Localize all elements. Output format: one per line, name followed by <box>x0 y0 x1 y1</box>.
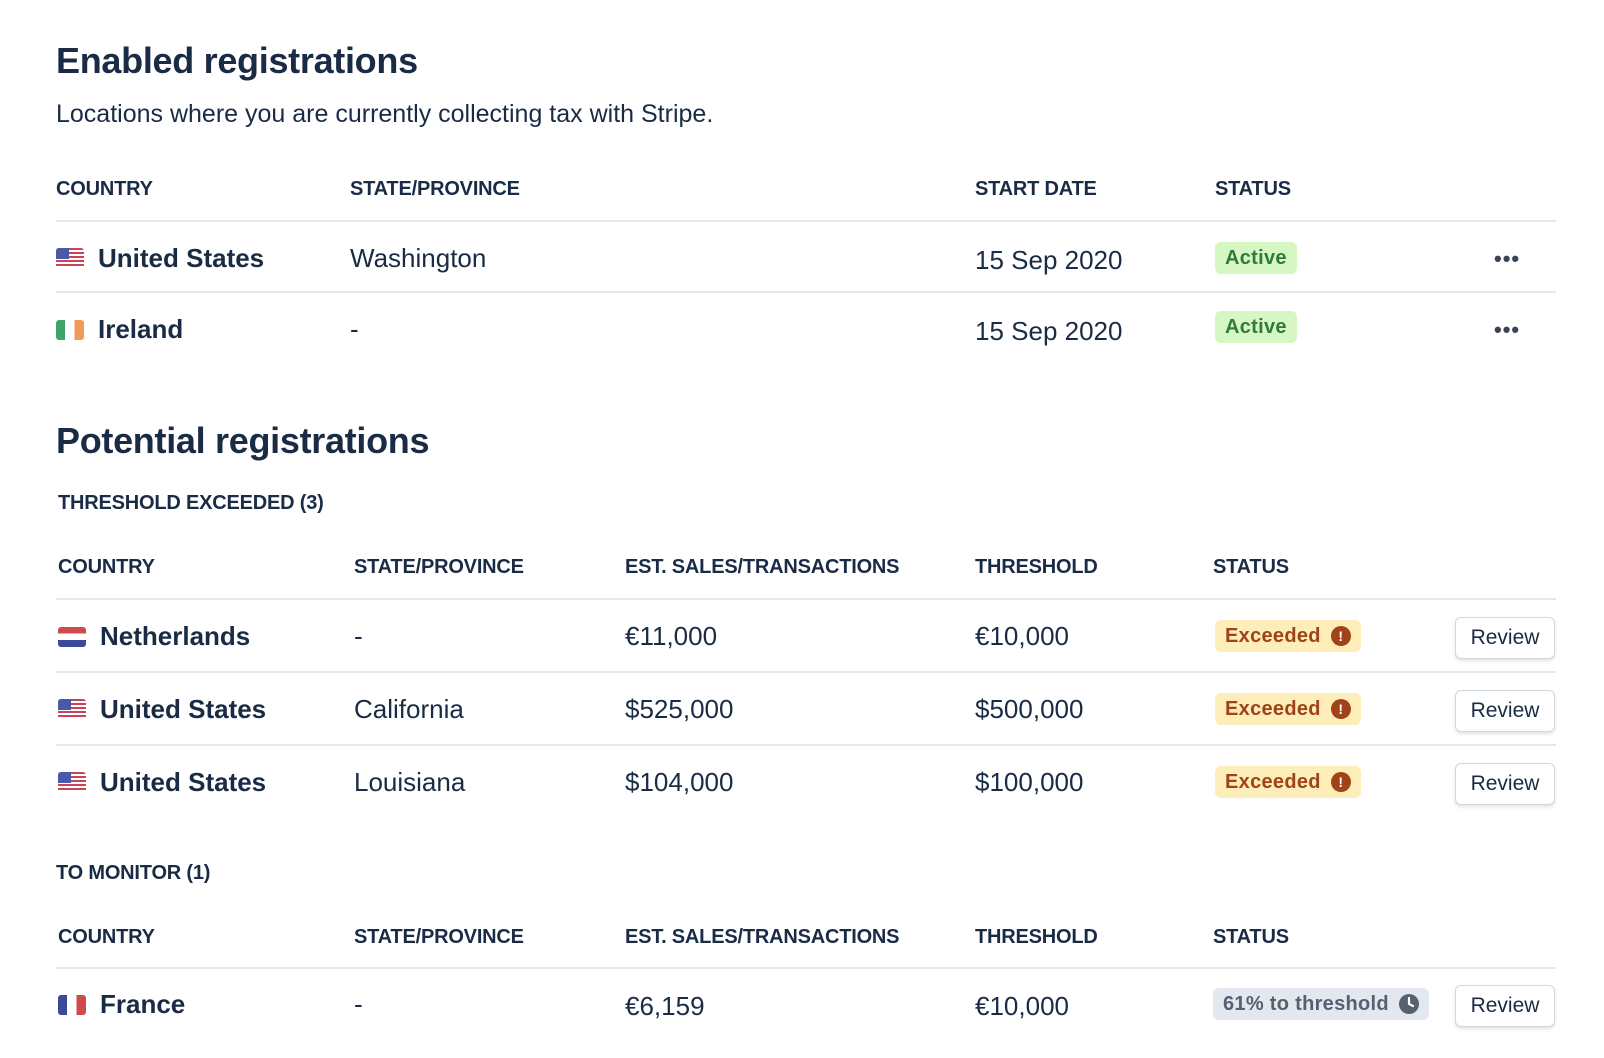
column-header-est-sales: EST. SALES/TRANSACTIONS <box>625 926 900 948</box>
threshold-exceeded-label: THRESHOLD EXCEEDED (3) <box>58 492 324 514</box>
status-badge-label: Active <box>1225 246 1287 269</box>
column-header-threshold: THRESHOLD <box>975 556 1098 578</box>
ireland-flag-icon <box>56 320 84 340</box>
alert-icon: ! <box>1330 626 1351 646</box>
column-header-country: COUNTRY <box>58 556 155 578</box>
threshold-value: €10,000 <box>975 621 1069 651</box>
est-sales-value: $104,000 <box>625 767 734 797</box>
us-flag-icon <box>58 772 86 792</box>
start-date: 15 Sep 2020 <box>975 316 1123 346</box>
table-divider <box>56 744 1556 746</box>
country-name: United States <box>98 243 265 273</box>
status-badge: Exceeded ! <box>1215 693 1361 725</box>
state-province: Washington <box>350 243 487 273</box>
column-header-state-province: STATE/PROVINCE <box>354 926 524 948</box>
more-actions-button[interactable]: ••• <box>1494 246 1520 272</box>
status-badge: Active <box>1215 242 1297 274</box>
enabled-registrations-subtitle: Locations where you are currently collec… <box>56 100 714 128</box>
threshold-value: €10,000 <box>975 991 1069 1021</box>
country-name: United States <box>100 767 267 797</box>
country-name: United States <box>100 694 267 724</box>
state-province: - <box>354 989 363 1019</box>
est-sales-value: €11,000 <box>625 621 718 651</box>
state-province: - <box>350 314 359 344</box>
status-badge: Exceeded ! <box>1215 620 1361 652</box>
review-button[interactable]: Review <box>1455 763 1555 805</box>
status-badge-label: Exceeded <box>1225 624 1321 647</box>
column-header-start-date: START DATE <box>975 178 1097 200</box>
status-badge: 61% to threshold <box>1213 988 1429 1020</box>
status-badge-label: 61% to threshold <box>1223 992 1389 1015</box>
state-province: California <box>354 694 464 724</box>
status-badge-label: Exceeded <box>1225 697 1321 720</box>
france-flag-icon <box>58 995 86 1015</box>
more-actions-button[interactable]: ••• <box>1494 317 1520 343</box>
status-badge: Exceeded ! <box>1215 766 1361 798</box>
column-header-country: COUNTRY <box>56 178 153 200</box>
country-name: Ireland <box>98 314 184 344</box>
column-header-state-province: STATE/PROVINCE <box>350 178 520 200</box>
state-province: - <box>354 621 363 651</box>
status-badge: Active <box>1215 311 1297 343</box>
table-divider <box>56 220 1556 222</box>
table-divider <box>56 291 1556 293</box>
enabled-registrations-title: Enabled registrations <box>56 40 418 81</box>
us-flag-icon <box>56 248 84 268</box>
est-sales-value: €6,159 <box>625 991 705 1021</box>
column-header-state-province: STATE/PROVINCE <box>354 556 524 578</box>
review-button[interactable]: Review <box>1455 617 1555 659</box>
threshold-value: $100,000 <box>975 767 1084 797</box>
est-sales-value: $525,000 <box>625 694 734 724</box>
table-divider <box>56 967 1556 969</box>
alert-icon: ! <box>1330 772 1351 792</box>
start-date: 15 Sep 2020 <box>975 245 1123 275</box>
column-header-country: COUNTRY <box>58 926 155 948</box>
status-badge-label: Active <box>1225 315 1287 338</box>
country-name: Netherlands <box>100 621 251 651</box>
country-name: France <box>100 989 186 1019</box>
column-header-status: STATUS <box>1213 556 1289 578</box>
clock-icon <box>1398 994 1419 1014</box>
status-badge-label: Exceeded <box>1225 770 1321 793</box>
column-header-est-sales: EST. SALES/TRANSACTIONS <box>625 556 900 578</box>
column-header-threshold: THRESHOLD <box>975 926 1098 948</box>
state-province: Louisiana <box>354 767 466 797</box>
table-divider <box>56 671 1556 673</box>
to-monitor-label: TO MONITOR (1) <box>56 862 211 884</box>
review-button[interactable]: Review <box>1455 690 1555 732</box>
threshold-value: $500,000 <box>975 694 1084 724</box>
table-divider <box>56 598 1556 600</box>
potential-registrations-title: Potential registrations <box>56 420 430 461</box>
column-header-status: STATUS <box>1213 926 1289 948</box>
netherlands-flag-icon <box>58 627 86 647</box>
us-flag-icon <box>58 699 86 719</box>
column-header-status: STATUS <box>1215 178 1291 200</box>
alert-icon: ! <box>1330 699 1351 719</box>
review-button[interactable]: Review <box>1455 985 1555 1027</box>
